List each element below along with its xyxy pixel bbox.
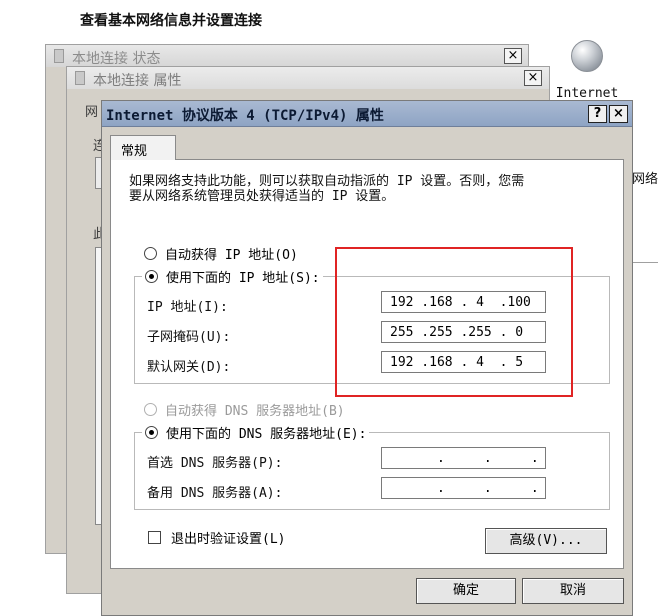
- manual-ip-label: 使用下面的 IP 地址(S):: [166, 271, 320, 286]
- auto-dns-option[interactable]: 自动获得 DNS 服务器地址(B): [144, 400, 345, 419]
- globe-icon: [571, 40, 603, 72]
- auto-ip-radio[interactable]: [144, 247, 157, 260]
- alternate-dns-field[interactable]: . . .: [381, 477, 546, 499]
- dialog-title: Internet 协议版本 4 (TCP/IPv4) 属性: [106, 108, 384, 124]
- props-close-button[interactable]: ×: [524, 70, 542, 86]
- highlight-rectangle: [335, 247, 573, 397]
- validate-on-exit-checkbox[interactable]: [148, 531, 161, 544]
- default-gateway-label: 默认网关(D):: [147, 360, 231, 375]
- description-line-2: 要从网络系统管理员处获得适当的 IP 设置。: [129, 189, 395, 204]
- validate-on-exit-label: 退出时验证设置(L): [171, 532, 286, 547]
- status-window-titlebar: 本地连接 状态: [46, 45, 528, 67]
- props-window-title: 本地连接 属性: [93, 73, 182, 89]
- status-window-title: 本地连接 状态: [72, 51, 161, 67]
- internet-label: Internet: [555, 86, 619, 101]
- ok-button[interactable]: 确定: [416, 578, 516, 604]
- props-fragment-network: 网: [85, 105, 99, 120]
- auto-ip-option[interactable]: 自动获得 IP 地址(O): [144, 244, 298, 263]
- props-window-titlebar: 本地连接 属性: [67, 67, 549, 89]
- description-text: 如果网络支持此功能，则可以获取自动指派的 IP 设置。否则，您需 要从网络系统管…: [129, 174, 599, 204]
- dialog-titlebar: Internet 协议版本 4 (TCP/IPv4) 属性 ? ×: [102, 101, 632, 127]
- internet-node[interactable]: Internet: [552, 40, 622, 101]
- subnet-mask-label: 子网掩码(U):: [147, 330, 231, 345]
- manual-dns-radio[interactable]: [145, 426, 158, 439]
- manual-dns-option[interactable]: 使用下面的 DNS 服务器地址(E):: [142, 423, 370, 442]
- auto-ip-label: 自动获得 IP 地址(O): [165, 248, 298, 263]
- tab-general[interactable]: 常规: [110, 135, 176, 160]
- auto-dns-radio[interactable]: [144, 403, 157, 416]
- description-line-1: 如果网络支持此功能，则可以获取自动指派的 IP 设置。否则，您需: [129, 174, 525, 189]
- cancel-button[interactable]: 取消: [522, 578, 624, 604]
- preferred-dns-label: 首选 DNS 服务器(P):: [147, 456, 283, 471]
- network-icon: [75, 71, 85, 85]
- advanced-button[interactable]: 高级(V)...: [485, 528, 607, 554]
- network-icon: [54, 49, 64, 63]
- alternate-dns-label: 备用 DNS 服务器(A):: [147, 486, 283, 501]
- page-caption: 查看基本网络信息并设置连接: [80, 13, 262, 29]
- divider: [632, 262, 658, 263]
- manual-dns-label: 使用下面的 DNS 服务器地址(E):: [166, 427, 367, 442]
- auto-dns-label: 自动获得 DNS 服务器地址(B): [165, 404, 345, 419]
- validate-on-exit-option[interactable]: 退出时验证设置(L): [148, 528, 285, 547]
- manual-ip-option[interactable]: 使用下面的 IP 地址(S):: [142, 267, 323, 286]
- help-button[interactable]: ?: [588, 105, 607, 123]
- status-close-button[interactable]: ×: [504, 48, 522, 64]
- network-peek-text: 网络: [632, 172, 658, 187]
- preferred-dns-field[interactable]: . . .: [381, 447, 546, 469]
- ip-address-label: IP 地址(I):: [147, 300, 228, 315]
- close-button[interactable]: ×: [609, 105, 628, 123]
- manual-ip-radio[interactable]: [145, 270, 158, 283]
